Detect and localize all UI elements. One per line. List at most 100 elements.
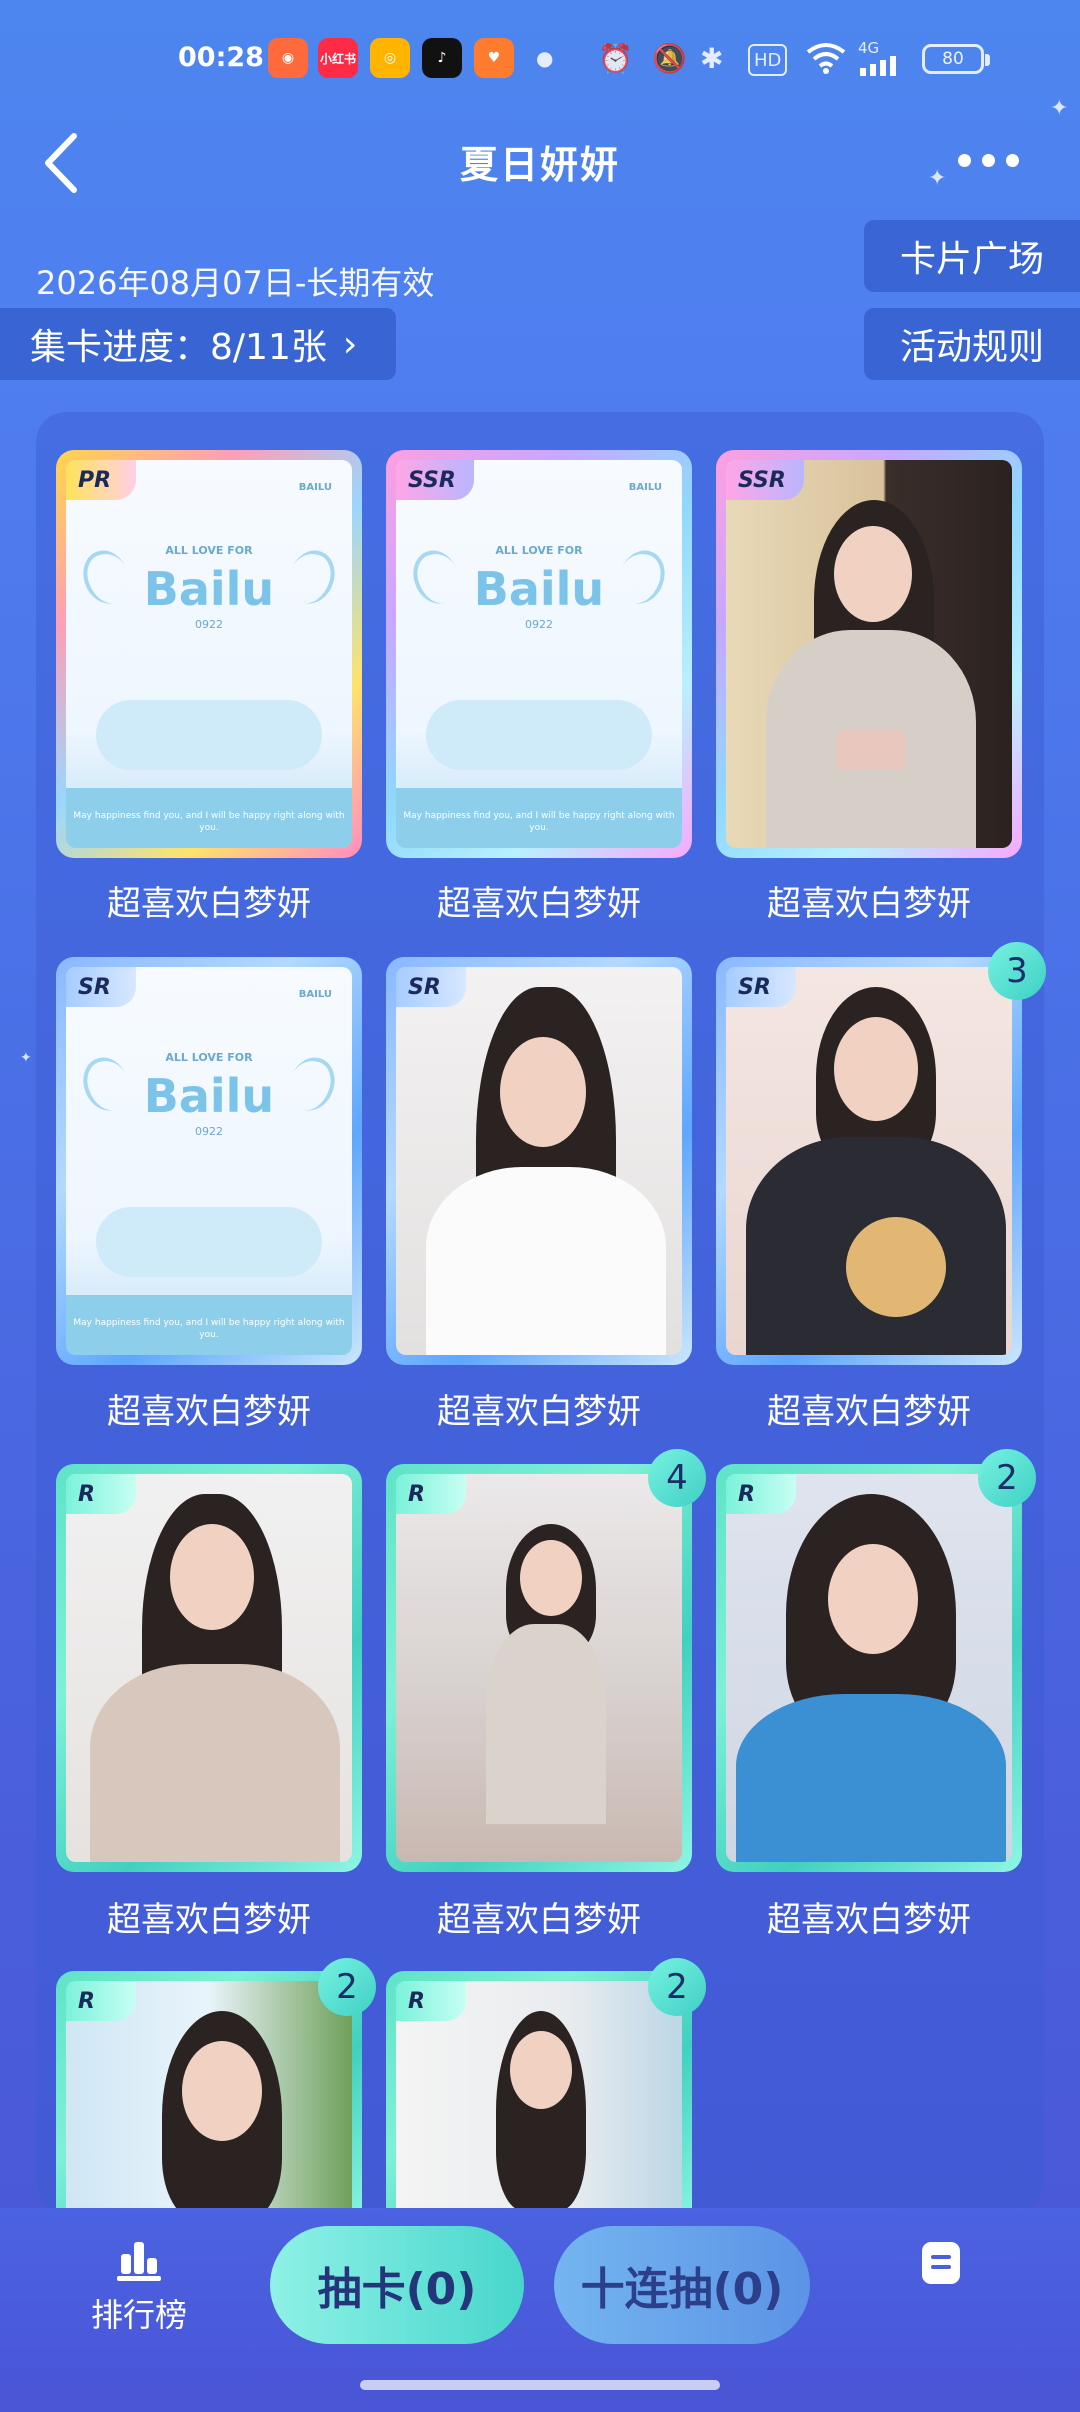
activity-rules-label: 活动规则 <box>899 327 1044 368</box>
duplicate-count-badge: 3 <box>988 942 1046 1000</box>
cover-footer-text: May happiness find you, and I will be ha… <box>403 811 675 833</box>
duplicate-count-badge: 2 <box>318 1958 376 2016</box>
cover-brand: Bailu <box>143 562 275 616</box>
duplicate-count-badge: 2 <box>648 1958 706 2016</box>
app-notification-icon: ◉ <box>268 38 308 78</box>
more-dot <box>982 153 995 167</box>
card-photo: R <box>66 1981 352 2221</box>
draw-card-button[interactable]: 抽卡(0) <box>270 2226 524 2344</box>
card-name: 超喜欢白梦妍 <box>767 1900 971 1940</box>
rarity-badge: R <box>66 1981 136 2021</box>
card-square-button[interactable]: 卡片广场 <box>864 220 1080 292</box>
card-cover-art: SSR BAILU ALL LOVE FOR Bailu 0922 May ha… <box>396 460 682 848</box>
card-item[interactable]: R <box>386 1464 692 1872</box>
cloud-icon <box>426 700 652 770</box>
photo-outfit <box>90 1664 340 1862</box>
bar-chart-icon <box>117 2242 161 2281</box>
status-bar: 00:28 ◉ 小红书 ◎ ♪ ♥ ● ⏰ 🔕 ✱ HD 4G 80 <box>0 0 1080 120</box>
ten-draw-label: 十连抽(0) <box>580 2264 784 2315</box>
photo-outfit <box>736 1694 1006 1862</box>
cover-number: 0922 <box>195 1125 223 1138</box>
card-item[interactable]: SR <box>386 957 692 1365</box>
hd-icon: HD <box>748 44 788 76</box>
cover-corner-text: BAILU <box>298 482 332 493</box>
card-item[interactable]: R <box>716 1464 1022 1872</box>
card-name: 超喜欢白梦妍 <box>107 1900 311 1940</box>
network-type: 4G <box>858 38 880 57</box>
xiaohongshu-icon: 小红书 <box>318 38 358 78</box>
card-name: 超喜欢白梦妍 <box>107 884 311 924</box>
cover-footer-text: May happiness find you, and I will be ha… <box>73 811 345 833</box>
card-item[interactable]: R <box>386 1971 692 2231</box>
cover-corner-text: BAILU <box>298 989 332 1000</box>
cellular-signal-icon: 4G <box>858 40 902 76</box>
record-button[interactable] <box>918 2240 964 2286</box>
collection-progress-label: 集卡进度：8/11张 <box>30 327 327 368</box>
cover-number: 0922 <box>525 618 553 631</box>
card-name: 超喜欢白梦妍 <box>107 1392 311 1432</box>
photo-face <box>500 1037 586 1147</box>
card-square-label: 卡片广场 <box>899 239 1044 280</box>
card-photo: R <box>66 1474 352 1862</box>
collection-progress-button[interactable]: 集卡进度：8/11张 › <box>0 308 396 380</box>
card-item[interactable]: SR <box>716 957 1022 1365</box>
photo-face <box>182 2041 262 2141</box>
rarity-badge: R <box>396 1981 466 2021</box>
rarity-badge: SSR <box>726 460 804 500</box>
battery-level: 80 <box>942 49 964 69</box>
card-item[interactable]: PR BAILU ALL LOVE FOR Bailu 0922 May hap… <box>56 450 362 858</box>
bluetooth-icon: ✱ <box>700 41 724 75</box>
cloud-icon <box>96 700 322 770</box>
photo-bag <box>836 730 906 770</box>
more-button[interactable] <box>958 140 1038 180</box>
more-notifications-icon: ● <box>536 46 554 70</box>
rarity-badge: PR <box>66 460 136 500</box>
rarity-badge: SR <box>66 967 136 1007</box>
weibo-icon: ◎ <box>370 38 410 78</box>
sparkle-icon: ✦ <box>20 1050 32 1066</box>
rarity-badge: SR <box>726 967 796 1007</box>
chevron-right-icon: › <box>342 323 358 365</box>
card-photo: R <box>396 1474 682 1862</box>
rarity-badge: SSR <box>396 460 474 500</box>
ten-draw-button[interactable]: 十连抽(0) <box>554 2226 810 2344</box>
card-photo: SSR <box>726 460 1012 848</box>
teddy-bear <box>846 1217 946 1317</box>
document-icon <box>922 2242 960 2284</box>
status-time: 00:28 <box>178 42 264 73</box>
card-name: 超喜欢白梦妍 <box>437 1392 641 1432</box>
draw-card-label: 抽卡(0) <box>317 2264 477 2315</box>
card-item[interactable]: R <box>56 1464 362 1872</box>
battery-icon: 80 <box>922 44 990 74</box>
more-dot <box>958 153 971 167</box>
duplicate-count-badge: 2 <box>978 1449 1036 1507</box>
duplicate-count-badge: 4 <box>648 1449 706 1507</box>
card-item[interactable]: SR BAILU ALL LOVE FOR Bailu 0922 May hap… <box>56 957 362 1365</box>
card-photo: SR <box>726 967 1012 1355</box>
rarity-badge: R <box>726 1474 796 1514</box>
ranking-button[interactable]: 排行榜 <box>84 2240 194 2336</box>
rarity-badge: SR <box>396 967 466 1007</box>
home-indicator[interactable] <box>360 2380 720 2390</box>
photo-face <box>520 1540 582 1616</box>
ranking-label: 排行榜 <box>90 2296 187 2334</box>
wifi-icon <box>806 40 846 76</box>
tiktok-icon: ♪ <box>422 38 462 78</box>
card-cover-art: PR BAILU ALL LOVE FOR Bailu 0922 May hap… <box>66 460 352 848</box>
cover-corner-text: BAILU <box>628 482 662 493</box>
card-item[interactable]: R <box>56 1971 362 2231</box>
xiaohongshu-label: 小红书 <box>319 51 356 66</box>
card-photo: SR <box>396 967 682 1355</box>
page-title: 夏日妍妍 <box>459 143 620 187</box>
card-item[interactable]: SSR BAILU ALL LOVE FOR Bailu 0922 May ha… <box>386 450 692 858</box>
rarity-badge: R <box>66 1474 136 1514</box>
photo-outfit <box>426 1167 666 1355</box>
activity-rules-button[interactable]: 活动规则 <box>864 308 1080 380</box>
cover-brand: Bailu <box>473 562 605 616</box>
photo-face <box>170 1524 254 1630</box>
card-item[interactable]: SSR <box>716 450 1022 858</box>
cloud-icon <box>96 1207 322 1277</box>
card-name: 超喜欢白梦妍 <box>767 884 971 924</box>
cover-brand: Bailu <box>143 1069 275 1123</box>
app-notification-icon: ♥ <box>474 38 514 78</box>
